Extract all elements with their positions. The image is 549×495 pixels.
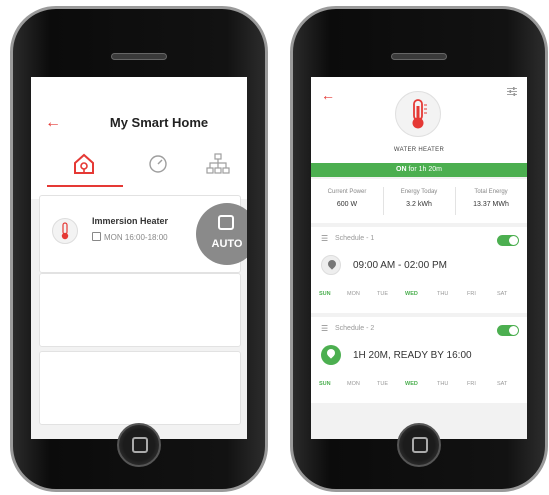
thermometer-icon: [412, 99, 427, 129]
day-tue[interactable]: TUE: [377, 291, 388, 297]
network-icon: [206, 153, 230, 174]
device-name: Immersion Heater: [92, 216, 169, 226]
day-wed[interactable]: WED: [405, 291, 418, 297]
auto-mode-button[interactable]: AUTO: [196, 203, 247, 265]
day-sat[interactable]: SAT: [497, 381, 507, 387]
heater-avatar: [395, 91, 441, 137]
day-thu[interactable]: THU: [437, 291, 448, 297]
device-avatar: [52, 218, 78, 244]
device-schedule-text: MON 16:00-18:00: [104, 233, 168, 242]
stat-label: Current Power: [327, 189, 367, 195]
status-on: ON: [396, 166, 407, 173]
weekday-row: SUN MON TUE WED THU FRI SAT: [317, 381, 523, 391]
status-duration: for 1h 20m: [408, 166, 442, 173]
location-pin-icon: [321, 345, 341, 365]
energy-stats: Current Power 600 W Energy Today 3.2 kWh…: [311, 179, 527, 223]
speaker: [111, 53, 167, 60]
page-title: My Smart Home: [109, 115, 209, 130]
schedule-toggle[interactable]: [497, 325, 519, 336]
day-fri[interactable]: FRI: [467, 291, 476, 297]
status-bar: ON for 1h 20m: [311, 163, 527, 177]
weekday-row: SUN MON TUE WED THU FRI SAT: [317, 291, 523, 301]
schedule-sliders-icon: ☰: [321, 324, 329, 333]
stat-value: 600 W: [336, 201, 358, 208]
tab-home[interactable]: [69, 151, 99, 177]
device-card[interactable]: Immersion Heater MON 16:00-18:00 AUTO: [39, 195, 247, 273]
day-tue[interactable]: TUE: [377, 381, 388, 387]
tab-network[interactable]: [203, 151, 233, 177]
active-tab-indicator: [47, 185, 123, 187]
stat-total-energy: Total Energy 13.37 MWh: [455, 189, 527, 208]
day-mon[interactable]: MON: [347, 291, 360, 297]
thermometer-icon: [61, 222, 69, 240]
device-header: ← WATER HEATER: [311, 77, 527, 163]
schedule-sliders-icon: ☰: [321, 234, 329, 243]
speaker: [391, 53, 447, 60]
calendar-icon: [218, 215, 234, 230]
stat-current-power: Current Power 600 W: [311, 189, 383, 208]
day-thu[interactable]: THU: [437, 381, 448, 387]
day-sun[interactable]: SUN: [319, 381, 331, 387]
home-screen: ← My Smart Home Immersion Heater MON 16:…: [31, 77, 247, 439]
schedule-time: 09:00 AM - 02:00 PM: [353, 260, 447, 271]
left-phone: ← My Smart Home Immersion Heater MON 16:…: [10, 6, 268, 492]
app-header: ← My Smart Home: [31, 77, 247, 199]
stat-value: 3.2 kWh: [406, 201, 432, 208]
pin-shape: [325, 347, 337, 359]
auto-label: AUTO: [211, 238, 243, 250]
settings-sliders-icon[interactable]: [507, 87, 517, 96]
day-wed[interactable]: WED: [405, 381, 418, 387]
pin-shape: [326, 258, 338, 270]
home-button[interactable]: [117, 423, 161, 467]
schedule-card[interactable]: ☰ Schedule - 1 09:00 AM - 02:00 PM SUN M…: [311, 227, 527, 313]
day-sat[interactable]: SAT: [497, 291, 507, 297]
schedule-toggle[interactable]: [497, 235, 519, 246]
day-sun[interactable]: SUN: [319, 291, 331, 297]
device-title: WATER HEATER: [393, 147, 445, 153]
empty-card[interactable]: [39, 351, 241, 425]
schedule-time: 1H 20M, READY BY 16:00: [353, 350, 472, 361]
schedule-card[interactable]: ☰ Schedule - 2 1H 20M, READY BY 16:00 SU…: [311, 317, 527, 403]
home-button[interactable]: [397, 423, 441, 467]
schedule-title: Schedule - 1: [335, 235, 375, 242]
stat-label: Energy Today: [400, 189, 438, 195]
device-screen: ← WATER HEATER ON for 1h 20m Current Pow…: [311, 77, 527, 439]
stat-label: Total Energy: [474, 189, 508, 195]
device-schedule: MON 16:00-18:00: [92, 232, 168, 242]
day-fri[interactable]: FRI: [467, 381, 476, 387]
right-phone: ← WATER HEATER ON for 1h 20m Current Pow…: [290, 6, 548, 492]
location-pin-icon: [321, 255, 341, 275]
schedule-title: Schedule - 2: [335, 325, 375, 332]
home-icon: [74, 153, 94, 174]
empty-card[interactable]: [39, 273, 241, 347]
back-arrow-icon[interactable]: ←: [45, 115, 61, 131]
stat-energy-today: Energy Today 3.2 kWh: [383, 189, 455, 208]
back-arrow-icon[interactable]: ←: [321, 87, 335, 103]
stat-value: 13.37 MWh: [473, 201, 509, 208]
tab-gauge[interactable]: [143, 151, 173, 177]
gauge-icon: [149, 155, 167, 173]
calendar-icon: [92, 232, 101, 241]
day-mon[interactable]: MON: [347, 381, 360, 387]
